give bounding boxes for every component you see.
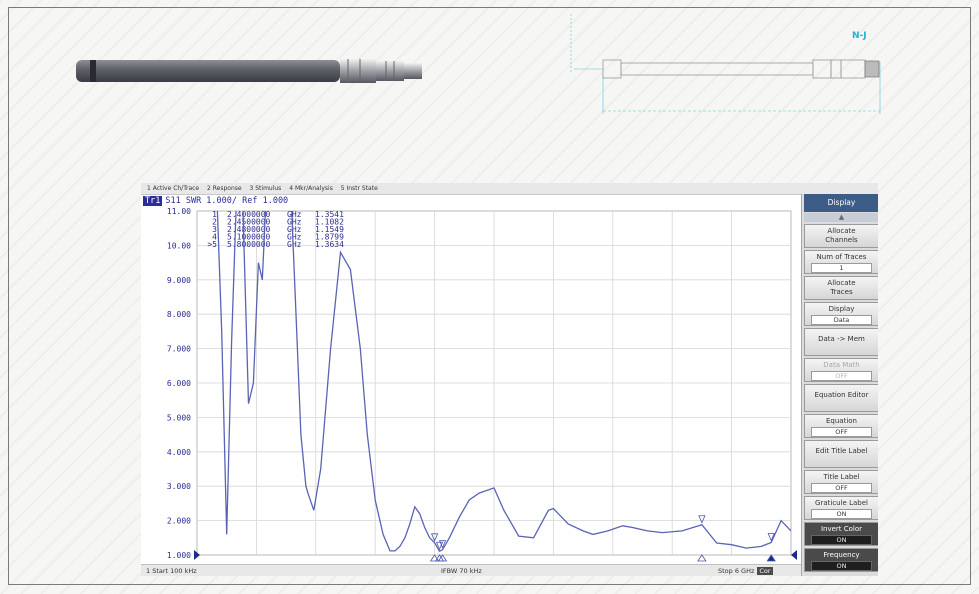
antenna-photo xyxy=(76,59,422,83)
y-tick-label: 4.000 xyxy=(167,448,191,457)
softkey-panel: Display ▲ Allocate Channels Num of Trace… xyxy=(801,194,878,576)
plot-grid xyxy=(196,210,792,556)
softkey-allocate-channels[interactable]: Allocate Channels xyxy=(804,224,878,248)
softkey-graticule-label[interactable]: Graticule Label ON xyxy=(804,496,878,520)
menu-item-active-ch-trace[interactable]: 1 Active Ch/Trace xyxy=(147,185,199,192)
menu-item-instr-state[interactable]: 5 Instr State xyxy=(341,185,378,192)
softkey-value: ON xyxy=(811,561,872,571)
cor-badge: Cor xyxy=(757,567,773,575)
softkey-value: 1 xyxy=(811,263,872,273)
softkey-value: ON xyxy=(811,509,872,519)
drawing-outline xyxy=(570,14,881,114)
y-tick-label: 1.000 xyxy=(167,551,191,560)
stop-frequency: Stop 6 GHz Cor xyxy=(718,567,773,575)
softkey-value: OFF xyxy=(811,483,872,493)
softkey-title-display: Display xyxy=(804,194,878,212)
menu-item-response[interactable]: 2 Response xyxy=(207,185,242,192)
softkey-equation[interactable]: Equation OFF xyxy=(804,414,878,438)
marker-position-icon xyxy=(697,554,707,562)
technical-drawing: N-J xyxy=(566,14,886,120)
y-tick-label: 11.00 xyxy=(167,207,191,216)
softkey-data-to-mem[interactable]: Data -> Mem xyxy=(804,328,878,356)
status-bar: 1 Start 100 kHz IFBW 70 kHz Stop 6 GHz Co… xyxy=(141,564,801,576)
marker-position-icon xyxy=(766,554,776,562)
softkey-edit-title-label[interactable]: Edit Title Label xyxy=(804,440,878,468)
softkey-value: OFF xyxy=(811,427,872,437)
softkey-value: ON xyxy=(811,535,872,545)
trace-badge[interactable]: Tr1 xyxy=(143,196,163,206)
softkey-title-label[interactable]: Title Label OFF xyxy=(804,470,878,494)
marker-id: >5 xyxy=(207,240,217,249)
softkey-equation-editor[interactable]: Equation Editor xyxy=(804,384,878,412)
y-tick-label: 7.000 xyxy=(167,345,191,354)
scroll-up-icon[interactable]: ▲ xyxy=(804,213,878,222)
softkey-invert-color[interactable]: Invert Color ON xyxy=(804,522,878,546)
ref-right-arrow-icon xyxy=(791,550,797,560)
menu-item-stimulus[interactable]: 3 Stimulus xyxy=(250,185,282,192)
menu-bar: 1 Active Ch/Trace 2 Response 3 Stimulus … xyxy=(141,183,878,195)
softkey-num-of-traces[interactable]: Num of Traces 1 xyxy=(804,250,878,274)
y-tick-label: 10.00 xyxy=(167,241,191,250)
softkey-frequency[interactable]: Frequency ON xyxy=(804,548,878,572)
marker-unit: GHz xyxy=(287,240,302,249)
softkey-value: Data xyxy=(811,315,872,325)
marker-value: 1.3634 xyxy=(315,240,344,249)
softkey-value: OFF xyxy=(811,371,872,381)
y-tick-label: 9.000 xyxy=(167,276,191,285)
y-tick-label: 3.000 xyxy=(167,482,191,491)
menu-item-mkr-analysis[interactable]: 4 Mkr/Analysis xyxy=(289,185,333,192)
y-tick-label: 2.000 xyxy=(167,517,191,526)
start-frequency: 1 Start 100 kHz xyxy=(146,567,197,575)
trace-header: Tr1 S11 SWR 1.000/ Ref 1.000 xyxy=(143,196,288,206)
y-tick-label: 6.000 xyxy=(167,379,191,388)
softkey-display[interactable]: Display Data xyxy=(804,302,878,326)
softkey-allocate-traces[interactable]: Allocate Traces xyxy=(804,276,878,300)
softkey-data-math[interactable]: Data Math OFF xyxy=(804,358,878,382)
trace-scale-text: S11 SWR 1.000/ Ref 1.000 xyxy=(165,196,289,206)
ifbw: IFBW 70 kHz xyxy=(441,567,482,575)
swr-plot: 11.00 10.00 9.000 8.000 7.000 6.000 5.000 4.000… xyxy=(167,207,797,562)
y-tick-label: 5.000 xyxy=(167,413,191,422)
y-tick-labels: 11.00 10.00 9.000 8.000 7.000 6.000 5.000 4.000… xyxy=(167,207,191,560)
vna-screen: 1 Active Ch/Trace 2 Response 3 Stimulus … xyxy=(141,183,878,576)
connector-label: N-J xyxy=(852,31,867,41)
y-tick-label: 8.000 xyxy=(167,310,191,319)
